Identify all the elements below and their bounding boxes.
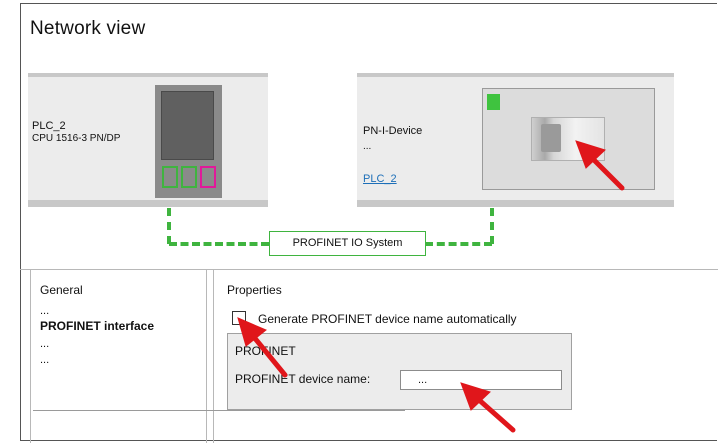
network-line-right: [490, 208, 494, 244]
device-name-label: PROFINET device name:: [235, 372, 371, 386]
auto-device-name-label[interactable]: Generate PROFINET device name automatica…: [258, 312, 517, 326]
io-device-box-bottom-band: [357, 200, 674, 207]
nav-header-general[interactable]: General: [40, 283, 83, 297]
nav-item[interactable]: ...: [40, 354, 49, 366]
network-line-horizontal-left: [169, 242, 269, 246]
nav-item-profinet-interface[interactable]: PROFINET interface: [40, 319, 154, 333]
profinet-io-system-label[interactable]: PROFINET IO System: [269, 231, 426, 256]
profibus-port-icon[interactable]: [200, 166, 216, 188]
assigned-plc-link[interactable]: PLC_2: [363, 173, 397, 185]
auto-device-name-checkbox[interactable]: [232, 311, 246, 325]
properties-header: Properties: [227, 283, 282, 297]
status-led-icon: [487, 94, 500, 110]
profinet-port-2-icon[interactable]: [181, 166, 197, 188]
network-line-left: [167, 208, 171, 244]
profinet-port-1-icon[interactable]: [162, 166, 178, 188]
network-line-horizontal-right: [425, 242, 492, 246]
device-name-input[interactable]: [400, 370, 562, 390]
plc-box-bottom-band: [28, 200, 268, 207]
profinet-group-title: PROFINET: [235, 344, 296, 358]
io-module-connector-icon: [541, 124, 561, 152]
nav-item[interactable]: ...: [40, 305, 49, 317]
plc-type: CPU 1516-3 PN/DP: [32, 133, 121, 144]
io-device-name: PN-I-Device: [363, 125, 423, 137]
plc-display-icon: [161, 91, 214, 160]
page-title: Network view: [30, 18, 146, 39]
plc-name: PLC_2: [32, 120, 66, 132]
divider-line: [33, 410, 405, 411]
nav-item[interactable]: ...: [40, 338, 49, 350]
io-device-ellipsis: ...: [363, 141, 372, 152]
